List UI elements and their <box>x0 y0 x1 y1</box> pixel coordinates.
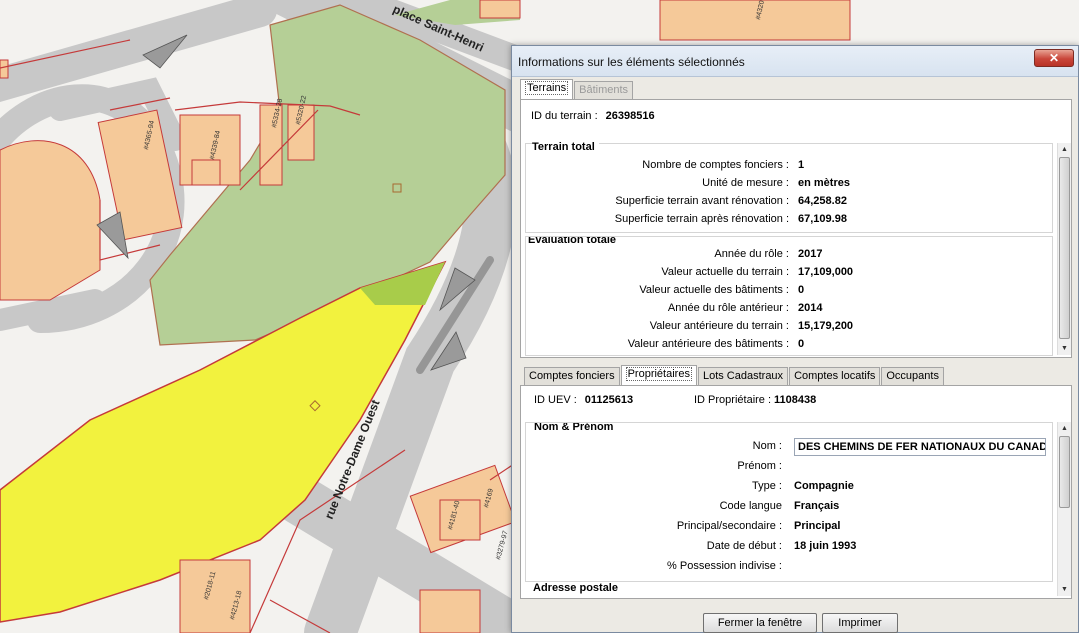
uev-label: ID UEV : <box>534 394 577 406</box>
terrain-panel: ID du terrain : 26398516 Terrain total No… <box>520 99 1072 358</box>
scroll-thumb[interactable] <box>1059 157 1070 339</box>
field-row: Principal/secondaire : Principal <box>526 517 1052 535</box>
field-label: Superficie terrain avant rénovation : <box>615 195 789 207</box>
scroll-down-icon[interactable]: ▼ <box>1058 342 1071 355</box>
field-row: Valeur actuelle des bâtiments : 0 <box>526 281 1052 299</box>
uev-value: 01125613 <box>584 394 634 406</box>
proprietaire-id: ID Propriétaire :1108438 <box>694 394 816 406</box>
top-tab-row: Terrains Bâtiments <box>520 79 634 99</box>
field-value: 1 <box>798 159 805 171</box>
field-row: Date de début : 18 juin 1993 <box>526 537 1052 555</box>
tab-batiments[interactable]: Bâtiments <box>574 81 634 99</box>
field-label: Valeur actuelle des bâtiments : <box>639 284 789 296</box>
field-value: Principal <box>794 520 841 532</box>
field-row: Unité de mesure : en mètres <box>526 174 1054 192</box>
terrain-id-label: ID du terrain : <box>531 110 598 122</box>
tab-occupants[interactable]: Occupants <box>881 367 944 385</box>
field-label: Type : <box>752 480 782 492</box>
field-label: Code langue <box>719 500 782 512</box>
field-value: 0 <box>798 284 805 296</box>
field-label: Unité de mesure : <box>702 177 789 189</box>
field-value: 17,109,000 <box>798 266 854 278</box>
field-value: 64,258.82 <box>798 195 847 207</box>
field-row: Prénom : <box>526 457 1052 475</box>
field-value: en mètres <box>798 177 850 189</box>
bottom-tab-row: Comptes fonciers Propriétaires Lots Cada… <box>524 365 945 385</box>
field-row: Superficie terrain avant rénovation : 64,… <box>526 192 1054 210</box>
terrain-id: ID du terrain : 26398516 <box>531 110 655 122</box>
evaluation-group: Évaluation totale Année du rôle :2017 Va… <box>525 236 1053 356</box>
field-value: 15,179,200 <box>798 320 854 332</box>
field-value: 2014 <box>798 302 823 314</box>
field-label: Valeur actuelle du terrain : <box>661 266 789 278</box>
proprietaire-label: ID Propriétaire : <box>694 394 772 406</box>
field-label: % Possession indivise : <box>667 560 782 572</box>
dialog-titlebar[interactable]: Informations sur les éléments sélectionn… <box>512 46 1078 77</box>
field-label: Superficie terrain après rénovation : <box>614 213 789 225</box>
terrain-id-value: 26398516 <box>605 110 655 122</box>
field-value: Compagnie <box>794 480 854 492</box>
field-row: Nombre de comptes fonciers : 1 <box>526 156 1054 174</box>
field-label: Valeur antérieure du terrain : <box>649 320 789 332</box>
field-row: % Possession indivise : <box>526 557 1052 575</box>
tab-terrains[interactable]: Terrains <box>520 79 574 99</box>
tab-lots-cadastraux[interactable]: Lots Cadastraux <box>697 367 789 385</box>
field-row: Valeur antérieure des bâtiments : 0 <box>526 335 1052 353</box>
scroll-up-icon[interactable]: ▲ <box>1058 143 1071 156</box>
field-row: Type : Compagnie <box>526 477 1052 495</box>
field-label: Valeur antérieure des bâtiments : <box>627 338 789 350</box>
proprietaire-panel: ID UEV : 01125613 ID Propriétaire :110843… <box>520 385 1072 599</box>
scroll-up-icon[interactable]: ▲ <box>1058 422 1071 435</box>
nom-prenom-title: Nom & Prénom <box>534 423 618 433</box>
nom-field[interactable]: DES CHEMINS DE FER NATIONAUX DU CANADA <box>794 438 1046 456</box>
field-value: 0 <box>798 338 805 350</box>
field-value: 2017 <box>798 248 823 260</box>
field-row: Année du rôle antérieur : 2014 <box>526 299 1052 317</box>
tab-comptes-fonciers[interactable]: Comptes fonciers <box>524 367 620 385</box>
tab-terrains-label: Terrains <box>525 81 569 95</box>
tab-proprietaires[interactable]: Propriétaires <box>620 365 697 385</box>
print-button[interactable]: Imprimer <box>822 613 898 633</box>
tab-proprietaires-label: Propriétaires <box>625 367 692 381</box>
field-value: 67,109.98 <box>798 213 847 225</box>
proprietaire-value: 1108438 <box>774 394 817 406</box>
field-row: Année du rôle : 2017 <box>526 245 1052 263</box>
dialog-title: Informations sur les éléments sélectionn… <box>518 55 745 69</box>
field-label: Date de début : <box>706 540 782 552</box>
field-row: Valeur actuelle du terrain : 17,109,000 <box>526 263 1052 281</box>
terrain-total-group: Terrain total Nombre de comptes fonciers… <box>525 141 1054 233</box>
field-label: Prénom : <box>737 460 782 472</box>
field-value: 18 juin 1993 <box>794 540 857 552</box>
info-dialog: Informations sur les éléments sélectionn… <box>511 45 1079 633</box>
scroll-down-icon[interactable]: ▼ <box>1058 583 1071 596</box>
proprietaire-scrollbar[interactable]: ▲ ▼ <box>1057 422 1071 596</box>
field-value: Français <box>794 500 840 512</box>
terrain-scrollbar[interactable]: ▲ ▼ <box>1057 143 1071 355</box>
terrain-total-title: Terrain total <box>532 141 599 153</box>
uev-id: ID UEV : 01125613 <box>534 394 633 406</box>
adresse-postale-title: Adresse postale <box>533 582 622 594</box>
tab-comptes-locatifs[interactable]: Comptes locatifs <box>789 367 881 385</box>
field-label: Principal/secondaire : <box>676 520 782 532</box>
close-icon[interactable]: ✕ <box>1034 49 1074 67</box>
field-label: Année du rôle antérieur : <box>667 302 789 314</box>
nom-prenom-group: Nom & Prénom Nom : DES CHEMINS DE FER NA… <box>525 422 1053 582</box>
close-window-button[interactable]: Fermer la fenêtre <box>703 613 817 633</box>
field-label: Nom : <box>752 440 782 452</box>
scroll-thumb[interactable] <box>1059 436 1070 508</box>
field-row: Superficie terrain après rénovation : 67,… <box>526 210 1054 228</box>
field-label: Année du rôle : <box>714 248 789 260</box>
field-label: Nombre de comptes fonciers : <box>642 159 789 171</box>
field-row: Valeur antérieure du terrain : 15,179,200 <box>526 317 1052 335</box>
field-row: Code langue Français <box>526 497 1052 515</box>
